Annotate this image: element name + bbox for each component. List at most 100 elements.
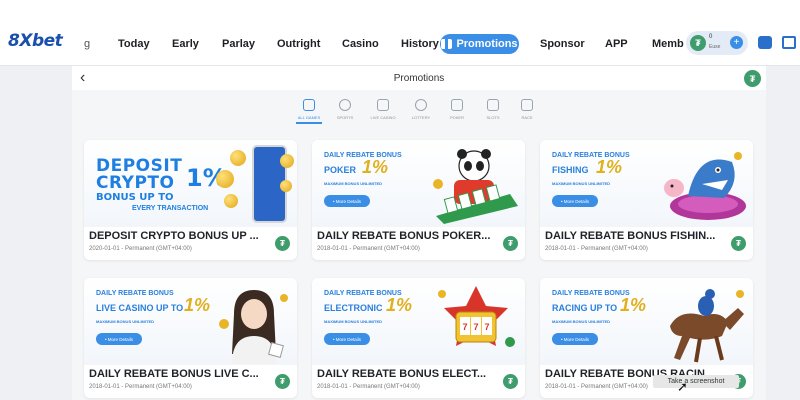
promo-date: 2018-01-01 - Permanent (GMT+04:00) <box>545 246 648 252</box>
promo-banner[interactable]: DAILY REBATE BONUS LIVE CASINO UP TO 1% … <box>84 278 297 365</box>
promo-badge-icon: ₮ <box>275 374 290 389</box>
filter-sports[interactable]: SPORTS <box>328 99 362 120</box>
balance-currency: Euse <box>709 44 721 50</box>
promo-banner[interactable]: DAILY REBATE BONUS ELECTRONIC 1% MAXIMUM… <box>312 278 525 365</box>
nav-item-sponsor[interactable]: Sponsor <box>540 38 585 50</box>
svg-text:7: 7 <box>484 322 489 332</box>
promo-title[interactable]: DEPOSIT CRYPTO BONUS UP ... <box>89 230 269 242</box>
filter-label: SPORTS <box>336 115 354 120</box>
svg-text:7: 7 <box>462 322 467 332</box>
svg-text:7: 7 <box>473 322 478 332</box>
banner-line-3: BONUS UP TO <box>96 192 174 203</box>
nav-item-outright[interactable]: Outright <box>277 38 320 50</box>
promo-badge-icon: ₮ <box>503 374 518 389</box>
balance-widget[interactable]: ₮ 0 Euse + <box>686 31 748 55</box>
promo-card-poker[interactable]: DAILY REBATE BONUS POKER 1% MAXIMUM BONU… <box>312 140 525 260</box>
banner-percent: 1% <box>184 295 211 315</box>
nav-item-member[interactable]: Memb <box>652 38 684 50</box>
promo-title[interactable]: DAILY REBATE BONUS FISHIN... <box>545 230 725 242</box>
banner-percent: 1% <box>386 295 413 315</box>
banner-subtext: MAXIMUM BONUS UNLIMITED <box>552 181 610 186</box>
poker-icon <box>451 99 463 111</box>
banner-subtext: MAXIMUM BONUS UNLIMITED <box>324 319 382 324</box>
coin-icon <box>280 180 292 192</box>
banner-line-4: EVERY TRANSACTION <box>132 205 209 212</box>
filter-label: LOTTERY <box>411 115 431 120</box>
banner-game: POKER <box>324 165 357 175</box>
promo-banner[interactable]: DAILY REBATE BONUS POKER 1% MAXIMUM BONU… <box>312 140 525 227</box>
cards-icon <box>377 99 389 111</box>
add-funds-button[interactable]: + <box>730 36 743 49</box>
top-navigation: 8Xbet g Today Early Parlay Outright Casi… <box>0 0 800 66</box>
banner-percent: 1% <box>620 295 647 315</box>
nav-item-casino[interactable]: Casino <box>342 38 379 50</box>
grid-icon <box>303 99 315 111</box>
filter-label: LIVE CASINO <box>370 115 396 120</box>
banner-subtext: MAXIMUM BONUS UNLIMITED <box>324 181 382 186</box>
banner-game: ELECTRONIC <box>324 303 383 313</box>
nav-item-promotions[interactable]: Promotions <box>440 34 519 54</box>
promo-card-live-casino[interactable]: DAILY REBATE BONUS LIVE CASINO UP TO 1% … <box>84 278 297 398</box>
promo-banner[interactable]: DEPOSIT CRYPTO BONUS UP TO 1% EVERY TRAN… <box>84 140 297 227</box>
coin-icon <box>280 154 294 168</box>
wallet-icon[interactable] <box>758 36 772 49</box>
promo-card-fishing[interactable]: DAILY REBATE BONUS FISHING 1% MAXIMUM BO… <box>540 140 753 260</box>
balance-amount: 0 <box>709 34 713 40</box>
logo-number: 8X <box>8 31 32 51</box>
promo-card-electronic[interactable]: DAILY REBATE BONUS ELECTRONIC 1% MAXIMUM… <box>312 278 525 398</box>
panda-poker-illustration <box>433 149 518 224</box>
banner-game: LIVE CASINO UP TO <box>96 303 184 313</box>
filter-all-games[interactable]: ALL GAMES <box>292 99 326 124</box>
horse-racing-illustration <box>670 289 744 363</box>
dealer-illustration <box>219 290 288 364</box>
promo-banner[interactable]: DAILY REBATE BONUS FISHING 1% MAXIMUM BO… <box>540 140 753 227</box>
promo-date: 2018-01-01 - Permanent (GMT+04:00) <box>89 384 192 390</box>
promo-badge-icon: ₮ <box>503 236 518 251</box>
nav-item-promotions-label: Promotions <box>456 38 518 50</box>
filter-poker[interactable]: POKER <box>440 99 474 120</box>
banner-percent: 1% <box>362 157 389 177</box>
more-details-button[interactable]: • More Details <box>96 333 142 345</box>
inbox-icon[interactable] <box>782 36 796 49</box>
promo-date: 2018-01-01 - Permanent (GMT+04:00) <box>317 246 420 252</box>
coin-icon <box>224 194 238 208</box>
banner-subtext: MAXIMUM BONUS UNLIMITED <box>96 319 154 324</box>
slot-machine-illustration: 7 7 7 <box>438 286 515 347</box>
promo-date: 2018-01-01 - Permanent (GMT+04:00) <box>317 384 420 390</box>
filter-label: ALL GAMES <box>297 115 321 120</box>
nav-item-today[interactable]: Today <box>118 38 150 50</box>
filter-label: POKER <box>449 115 464 120</box>
banner-heading: DAILY REBATE BONUS <box>552 290 630 297</box>
nav-item-parlay[interactable]: Parlay <box>222 38 255 50</box>
slots-icon <box>487 99 499 111</box>
more-details-button[interactable]: • More Details <box>324 333 370 345</box>
avatar[interactable]: ₮ <box>744 70 761 87</box>
banner-heading: DAILY REBATE BONUS <box>96 290 174 297</box>
promo-title[interactable]: DAILY REBATE BONUS ELECT... <box>317 368 497 380</box>
gift-icon <box>441 39 453 49</box>
banner-subtext: MAXIMUM BONUS UNLIMITED <box>552 319 610 324</box>
filter-lottery[interactable]: LOTTERY <box>404 99 438 120</box>
more-details-button[interactable]: • More Details <box>552 333 598 345</box>
nav-item-early[interactable]: Early <box>172 38 199 50</box>
promo-title[interactable]: DAILY REBATE BONUS POKER... <box>317 230 497 242</box>
ball-icon <box>339 99 351 111</box>
lottery-icon <box>415 99 427 111</box>
nav-item-app[interactable]: APP <box>605 38 628 50</box>
promo-title[interactable]: DAILY REBATE BONUS LIVE C... <box>89 368 269 380</box>
filter-slots[interactable]: SLOTS <box>476 99 510 120</box>
more-details-button[interactable]: • More Details <box>552 195 598 207</box>
promo-banner[interactable]: DAILY REBATE BONUS RACING UP TO 1% MAXIM… <box>540 278 753 365</box>
nav-item-partial[interactable]: g <box>84 38 90 50</box>
nav-item-history[interactable]: History <box>401 38 439 50</box>
mouse-cursor-icon: ➚ <box>677 379 688 394</box>
banner-game: FISHING <box>552 165 589 175</box>
filter-label: RACE <box>521 115 533 120</box>
brand-logo[interactable]: 8Xbet <box>8 31 63 51</box>
promo-badge-icon: ₮ <box>731 236 746 251</box>
more-details-button[interactable]: • More Details <box>324 195 370 207</box>
filter-live-casino[interactable]: LIVE CASINO <box>366 99 400 120</box>
promo-card-crypto[interactable]: DEPOSIT CRYPTO BONUS UP TO 1% EVERY TRAN… <box>84 140 297 260</box>
filter-race[interactable]: RACE <box>510 99 544 120</box>
shark-fishing-illustration <box>664 152 746 220</box>
